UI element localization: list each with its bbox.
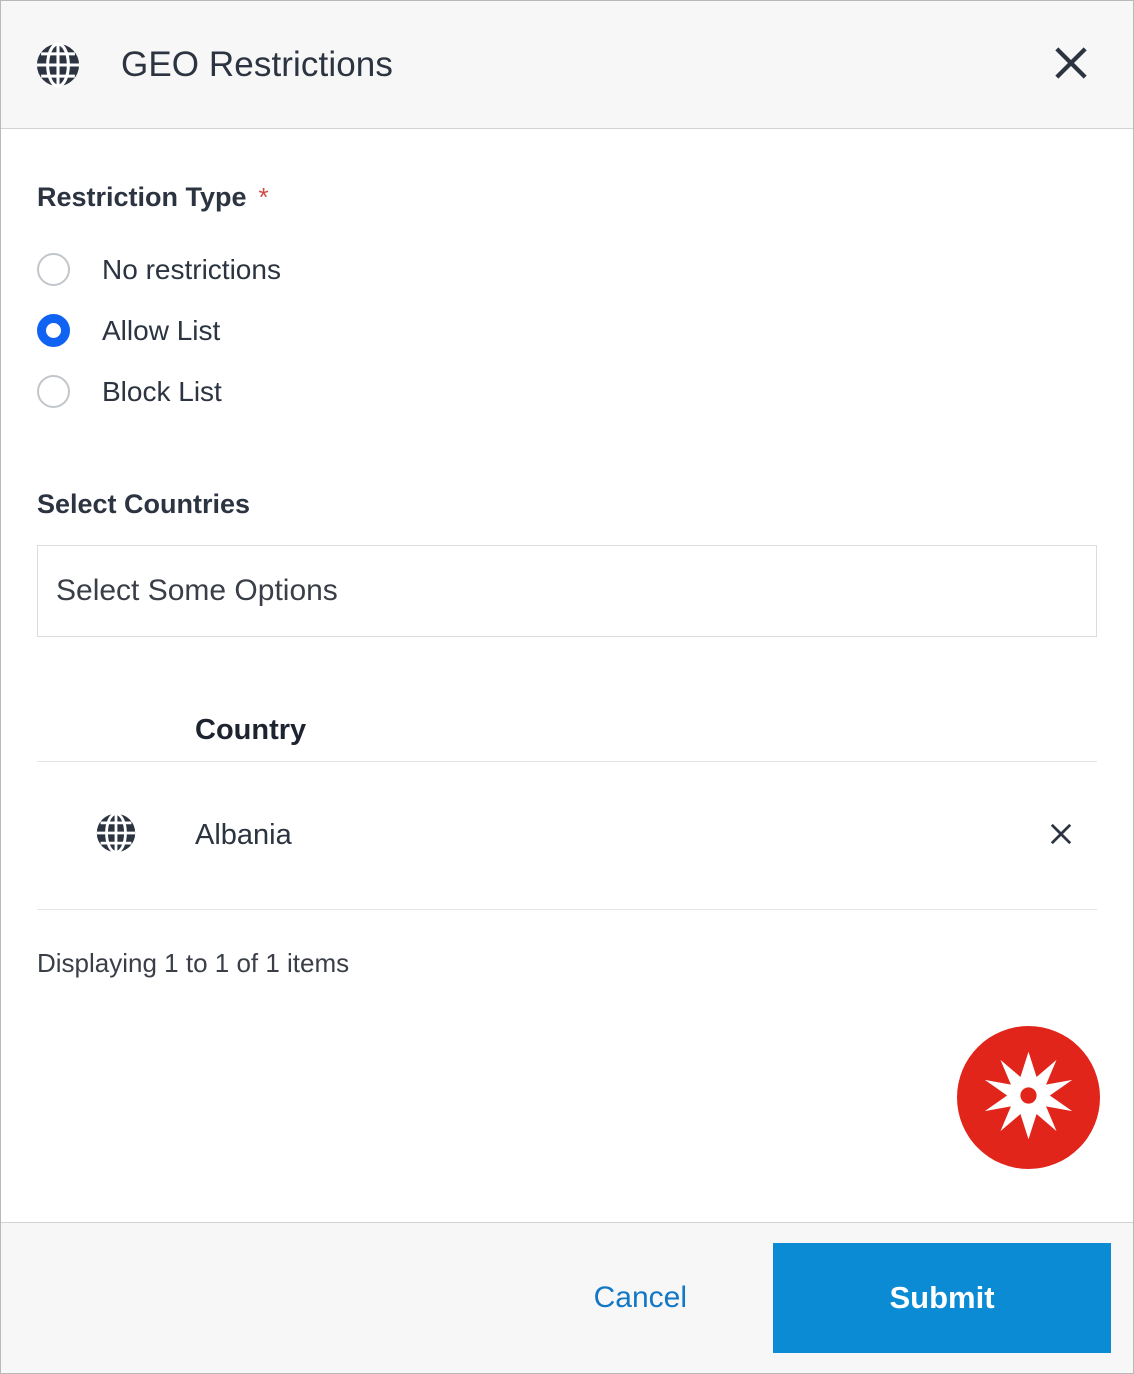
row-country-cell: Albania (195, 819, 1025, 852)
dialog-body: Restriction Type * No restrictions Allow… (1, 129, 1133, 1222)
globe-icon (35, 41, 81, 88)
geo-restrictions-dialog: GEO Restrictions Restriction Type * No r… (0, 0, 1134, 1374)
select-countries-label-row: Select Countries (37, 422, 1097, 520)
country-table-header-country-cell: Country (195, 714, 1025, 747)
table-row: Albania (37, 762, 1097, 909)
restriction-type-label: Restriction Type (37, 182, 247, 212)
restriction-type-label-row: Restriction Type * (37, 129, 1097, 213)
country-table-header-row: Country (37, 699, 1097, 761)
submit-button[interactable]: Submit (773, 1243, 1111, 1353)
row-action-cell (1025, 816, 1097, 856)
cancel-button[interactable]: Cancel (574, 1271, 707, 1325)
radio-option-allow-list[interactable]: Allow List (37, 300, 1097, 361)
remove-country-button[interactable] (1041, 816, 1081, 856)
select-countries-input[interactable]: Select Some Options (37, 545, 1097, 637)
table-divider-bottom (37, 909, 1097, 910)
radio-circle-icon (37, 253, 70, 286)
column-header-country: Country (195, 713, 307, 746)
required-asterisk: * (258, 182, 269, 212)
select-countries-label: Select Countries (37, 489, 251, 519)
close-dialog-button[interactable] (1045, 39, 1097, 91)
asterisk-starburst-icon (981, 1048, 1076, 1148)
country-table: Country Albania Displaying 1 to 1 of 1 i… (37, 699, 1097, 979)
dialog-header: GEO Restrictions (1, 1, 1133, 129)
radio-option-block-list[interactable]: Block List (37, 361, 1097, 422)
dialog-title: GEO Restrictions (121, 44, 393, 84)
close-icon (1051, 43, 1091, 86)
pagination-status: Displaying 1 to 1 of 1 items (37, 948, 350, 978)
radio-option-no-restrictions[interactable]: No restrictions (37, 239, 1097, 300)
close-icon (1048, 821, 1074, 850)
select-countries-placeholder: Select Some Options (56, 574, 338, 607)
row-country-name: Albania (195, 819, 292, 851)
radio-label-block-list: Block List (102, 375, 222, 407)
radio-circle-icon (37, 375, 70, 408)
restriction-type-radio-group: No restrictions Allow List Block List (37, 239, 1097, 422)
row-icon-cell (37, 812, 195, 859)
dialog-footer: Cancel Submit (1, 1222, 1133, 1373)
brand-badge (957, 1026, 1100, 1169)
globe-icon (95, 812, 137, 859)
radio-label-allow-list: Allow List (102, 314, 221, 346)
radio-circle-selected-icon (37, 314, 70, 347)
radio-label-no-restrictions: No restrictions (102, 253, 281, 285)
